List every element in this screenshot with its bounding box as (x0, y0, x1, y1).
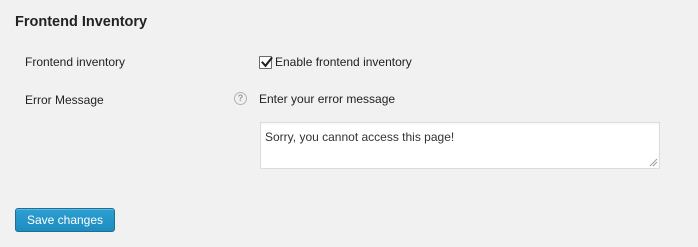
error-message-textarea[interactable]: Sorry, you cannot access this page! (260, 122, 660, 169)
error-message-hint: Enter your error message (259, 92, 396, 106)
enable-frontend-inventory-toggle[interactable]: Enable frontend inventory (259, 55, 412, 69)
save-changes-button[interactable]: Save changes (15, 208, 115, 232)
frontend-inventory-label: Frontend inventory (25, 55, 126, 69)
error-message-label: Error Message (25, 93, 104, 107)
enable-frontend-inventory-checkbox[interactable] (259, 55, 273, 69)
checkmark-icon (261, 56, 273, 67)
enable-frontend-inventory-label[interactable]: Enable frontend inventory (275, 55, 412, 69)
question-circle-icon[interactable]: ? (234, 92, 247, 105)
page-title: Frontend Inventory (15, 14, 148, 30)
resize-grip-icon[interactable] (648, 157, 658, 167)
